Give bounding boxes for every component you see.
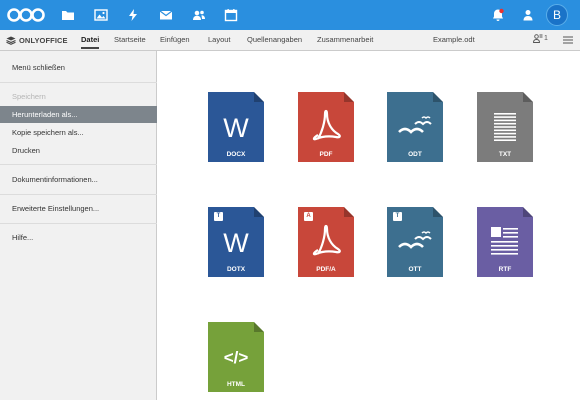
format-odt-button[interactable]: ODT: [387, 92, 443, 162]
format-label: PDF/A: [316, 266, 336, 273]
html-glyph: </>: [224, 348, 249, 367]
format-label: DOTX: [226, 266, 246, 273]
format-label: PDF: [319, 151, 333, 158]
menu-divider: [0, 164, 157, 165]
tab-einfuegen[interactable]: Einfügen: [160, 35, 190, 49]
menu-icon[interactable]: [563, 36, 573, 44]
users-icon: [533, 34, 543, 43]
format-label: HTML: [226, 381, 246, 388]
menu-divider: [0, 82, 157, 83]
menu-download-as-item[interactable]: Herunterladen als...: [0, 106, 157, 123]
svg-text:W: W: [223, 228, 249, 258]
menu-advanced-settings-item[interactable]: Erweiterte Einstellungen...: [0, 200, 157, 217]
template-badge: T: [393, 212, 402, 221]
editor-toolbar: ONLYOFFICE Datei Startseite Einfügen Lay…: [0, 30, 580, 51]
user-avatar[interactable]: B: [546, 4, 568, 26]
tab-datei[interactable]: Datei: [81, 35, 100, 49]
menu-help-item[interactable]: Hilfe...: [0, 229, 157, 246]
svg-text:W: W: [223, 113, 249, 143]
brand-label: ONLYOFFICE: [19, 36, 68, 45]
menu-divider: [0, 223, 157, 224]
format-label: ODT: [408, 151, 422, 158]
contacts-menu-icon[interactable]: [519, 6, 537, 24]
format-rtf-button[interactable]: RTF: [477, 207, 533, 277]
document-title: Example.odt: [433, 35, 475, 44]
format-txt-button[interactable]: TXT: [477, 92, 533, 162]
nextcloud-logo[interactable]: [6, 7, 46, 23]
tab-layout[interactable]: Layout: [208, 35, 231, 49]
tab-startseite[interactable]: Startseite: [114, 35, 146, 49]
tab-zusammenarbeit[interactable]: Zusammenarbeit: [317, 35, 373, 49]
format-ott-button[interactable]: T OTT: [387, 207, 443, 277]
calendar-icon[interactable]: [222, 6, 240, 24]
onlyoffice-logo: ONLYOFFICE: [6, 34, 68, 47]
file-menu-panel: Menü schließen Speichern Herunterladen a…: [0, 51, 157, 400]
menu-document-info-item[interactable]: Dokumentinformationen...: [0, 171, 157, 188]
users-button[interactable]: 1: [533, 34, 548, 43]
format-pdf-button[interactable]: PDF: [298, 92, 354, 162]
menu-divider: [0, 194, 157, 195]
format-label: OTT: [408, 266, 422, 273]
contacts-icon[interactable]: [190, 6, 208, 24]
tab-quellenangaben[interactable]: Quellenangaben: [247, 35, 302, 49]
nextcloud-header: B: [0, 0, 580, 30]
template-badge: T: [214, 212, 223, 221]
photos-icon[interactable]: [92, 6, 110, 24]
format-docx-button[interactable]: W DOCX: [208, 92, 264, 162]
mail-icon[interactable]: [157, 6, 175, 24]
notifications-icon[interactable]: [489, 6, 507, 24]
format-label: TXT: [498, 151, 512, 158]
menu-save-item: Speichern: [12, 92, 46, 101]
template-badge: A: [304, 212, 313, 221]
format-label: RTF: [498, 266, 512, 273]
menu-print-item[interactable]: Drucken: [0, 142, 157, 159]
menu-close-item[interactable]: Menü schließen: [0, 59, 157, 76]
users-count: 1: [544, 35, 548, 42]
onlyoffice-icon: [6, 36, 16, 45]
format-html-button[interactable]: </> HTML: [208, 322, 264, 392]
menu-save-copy-item[interactable]: Kopie speichern als...: [0, 124, 157, 141]
files-icon[interactable]: [59, 6, 77, 24]
activity-icon[interactable]: [124, 6, 142, 24]
format-label: DOCX: [226, 151, 246, 158]
format-pdf-a-button[interactable]: A PDF/A: [298, 207, 354, 277]
format-dotx-button[interactable]: W T DOTX: [208, 207, 264, 277]
